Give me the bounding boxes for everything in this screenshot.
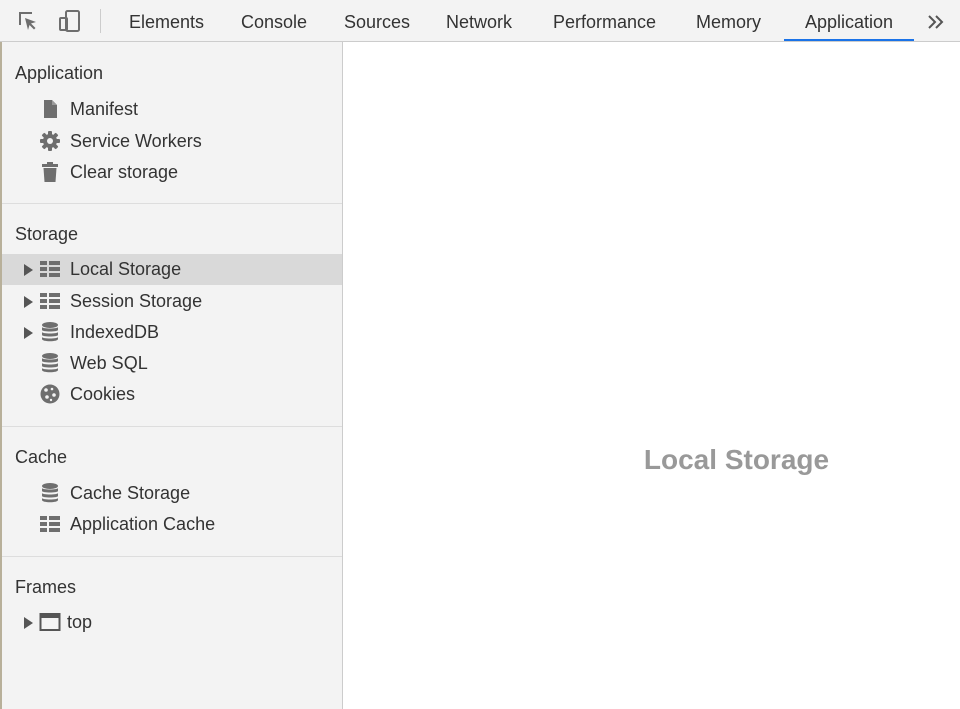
sidebar-item-manifest[interactable]: Manifest — [2, 94, 342, 125]
sidebar-item-cookies[interactable]: Cookies — [2, 379, 342, 410]
sidebar-item-label: Application Cache — [70, 514, 216, 534]
sidebar-item-label: Local Storage — [70, 259, 182, 279]
sidebar-item-label: Clear storage — [70, 162, 179, 182]
sidebar-item-indexeddb[interactable]: IndexedDB — [2, 317, 342, 348]
database-icon — [39, 352, 61, 374]
tab-sources[interactable]: Sources — [344, 0, 410, 41]
sidebar-item-cache-storage[interactable]: Cache Storage — [2, 478, 342, 509]
more-tabs-icon[interactable] — [926, 12, 946, 32]
database-icon — [39, 482, 61, 504]
trash-icon — [39, 161, 61, 183]
sidebar-item-label: top — [67, 612, 93, 632]
sidebar: Application Manifest Service Workers Cle… — [2, 42, 343, 709]
empty-view-title: Local Storage — [643, 444, 830, 475]
tab-memory[interactable]: Memory — [696, 0, 761, 41]
tab-elements[interactable]: Elements — [129, 0, 204, 41]
sidebar-item-label: Cookies — [70, 384, 136, 404]
sidebar-item-local-storage[interactable]: Local Storage — [2, 254, 342, 285]
section-divider — [2, 556, 342, 557]
sidebar-item-clear-storage[interactable]: Clear storage — [2, 157, 342, 188]
tab-application[interactable]: Application — [784, 0, 914, 41]
expand-arrow-icon[interactable] — [22, 263, 34, 277]
table-icon — [39, 258, 61, 280]
section-title-application: Application — [15, 63, 104, 83]
cookie-icon — [39, 383, 61, 405]
sidebar-item-session-storage[interactable]: Session Storage — [2, 286, 342, 317]
tab-console[interactable]: Console — [241, 0, 307, 41]
devtools-toolbar: Elements Console Sources Network Perform… — [0, 0, 960, 42]
expand-arrow-icon[interactable] — [22, 295, 34, 309]
file-icon — [39, 98, 61, 120]
toolbar-separator — [100, 9, 101, 33]
sidebar-item-application-cache[interactable]: Application Cache — [2, 509, 342, 540]
sidebar-item-label: Web SQL — [70, 353, 148, 373]
main-panel: Local Storage — [343, 42, 960, 709]
tab-network[interactable]: Network — [446, 0, 512, 41]
sidebar-item-frame-top[interactable]: top — [2, 607, 342, 638]
sidebar-item-label: Session Storage — [70, 291, 203, 311]
device-toggle-icon[interactable] — [58, 9, 82, 33]
table-icon — [39, 290, 61, 312]
inspect-icon[interactable] — [16, 9, 40, 33]
table-icon — [39, 513, 61, 535]
sidebar-item-label: Manifest — [70, 99, 139, 119]
database-icon — [39, 321, 61, 343]
expand-arrow-icon[interactable] — [22, 326, 34, 340]
section-divider — [2, 203, 342, 204]
expand-arrow-icon[interactable] — [22, 616, 34, 630]
sidebar-item-label: IndexedDB — [70, 322, 160, 342]
section-title-storage: Storage — [15, 224, 79, 244]
section-title-cache: Cache — [15, 447, 68, 467]
sidebar-item-label: Cache Storage — [70, 483, 191, 503]
sidebar-item-label: Service Workers — [70, 131, 202, 151]
sidebar-item-web-sql[interactable]: Web SQL — [2, 348, 342, 379]
gear-icon — [39, 130, 61, 152]
frame-icon — [39, 611, 61, 633]
tab-performance[interactable]: Performance — [553, 0, 656, 41]
sidebar-item-service-workers[interactable]: Service Workers — [2, 126, 342, 157]
section-title-frames: Frames — [15, 577, 77, 597]
section-divider — [2, 426, 342, 427]
